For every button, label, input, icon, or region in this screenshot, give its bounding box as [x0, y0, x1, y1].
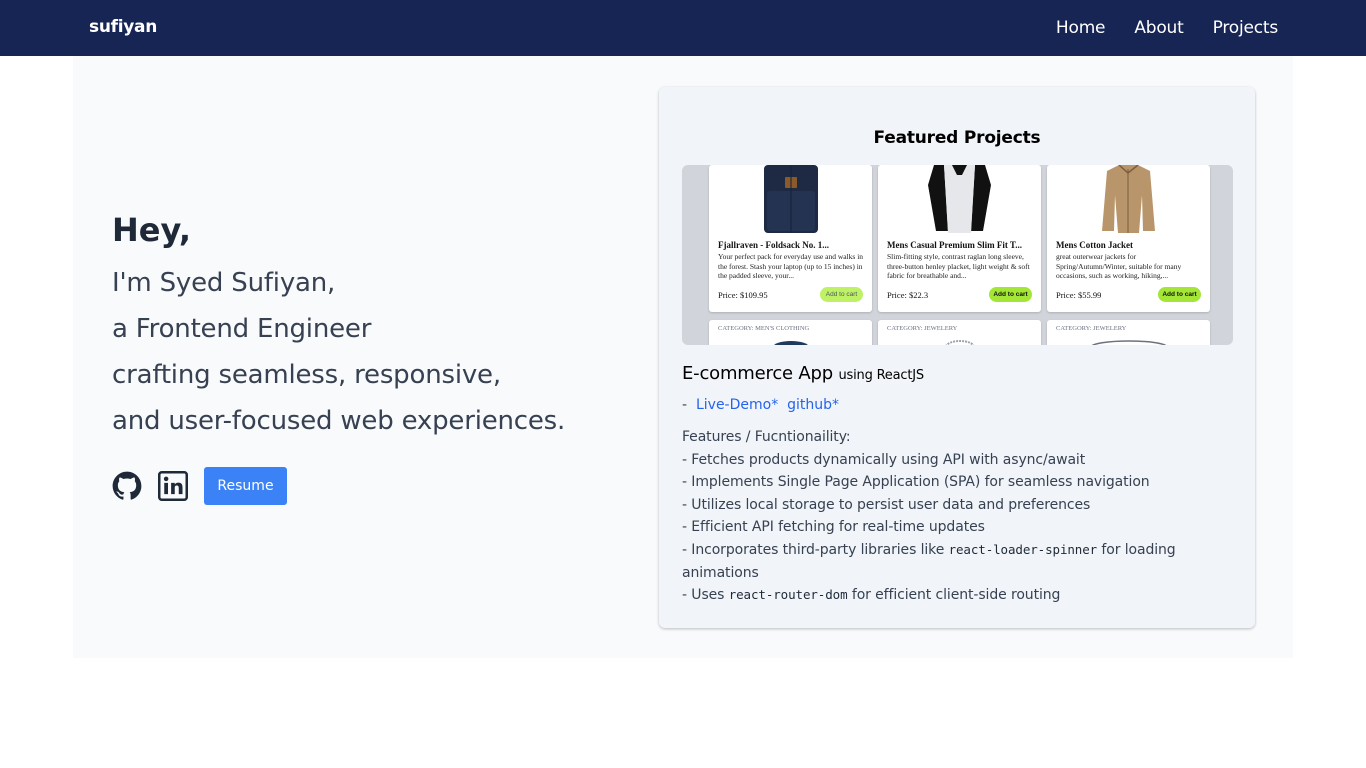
project-title: E-commerce App using ReactJS — [682, 363, 924, 384]
preview-product-card: Mens Casual Premium Slim Fit T... Slim-f… — [878, 165, 1041, 312]
shirt-image — [774, 341, 808, 345]
github-icon[interactable] — [112, 471, 142, 501]
project-links-prefix: - — [682, 397, 688, 413]
brand-logo[interactable]: sufiyan — [89, 17, 157, 37]
feature-code: react-loader-spinner — [948, 541, 1098, 557]
preview-product-card: Fjallraven - Foldsack No. 1... Your perf… — [709, 165, 872, 312]
navbar: sufiyan Home About Projects — [0, 0, 1366, 56]
project-preview-screenshot: Fjallraven - Foldsack No. 1... Your perf… — [682, 165, 1233, 345]
ring-image — [1091, 340, 1167, 345]
nav-link-about[interactable]: About — [1134, 18, 1183, 38]
feature-text: - Uses — [682, 587, 729, 604]
feature-item: - Efficient API fetching for real-time u… — [682, 516, 1222, 539]
feature-item: - Uses react-router-dom for efficient cl… — [682, 584, 1222, 607]
preview-product-card: CATEGORY: MEN'S CLOTHING — [709, 320, 872, 345]
feature-text: - Fetches products dynamically using API… — [682, 451, 1086, 468]
featured-projects-card: Featured Projects Fjallraven - Foldsack … — [659, 87, 1255, 628]
preview-product-desc: great outerwear jackets for Spring/Autum… — [1056, 252, 1182, 280]
hero: Hey, I'm Syed Sufiyan, a Frontend Engine… — [112, 208, 565, 444]
project-name: E-commerce App — [682, 363, 833, 384]
tshirt-image — [928, 165, 991, 233]
preview-add-to-cart-button: Add to cart — [989, 287, 1032, 302]
feature-text: - Utilizes local storage to persist user… — [682, 496, 1091, 513]
resume-button[interactable]: Resume — [204, 467, 287, 505]
hero-greeting: Hey, — [112, 211, 192, 249]
preview-product-title: Mens Cotton Jacket — [1056, 240, 1133, 250]
preview-product-title: Mens Casual Premium Slim Fit T... — [887, 240, 1022, 250]
feature-code: react-router-dom — [728, 587, 848, 603]
hero-line-tagline-1: crafting seamless, responsive, — [112, 360, 501, 390]
backpack-image — [764, 165, 818, 233]
nav-link-home[interactable]: Home — [1056, 18, 1106, 38]
preview-product-title: Fjallraven - Foldsack No. 1... — [718, 240, 829, 250]
social-links: Resume — [112, 467, 287, 505]
preview-product-price: Price: $109.95 — [718, 290, 768, 300]
feature-text: for efficient client-side routing — [847, 587, 1061, 604]
jacket-image — [1102, 165, 1155, 233]
feature-text: - Implements Single Page Application (SP… — [682, 474, 1150, 491]
github-link[interactable]: github* — [787, 397, 839, 413]
preview-add-to-cart-button: Add to cart — [1158, 287, 1201, 302]
hero-line-name: I'm Syed Sufiyan, — [112, 268, 336, 298]
hero-line-role: a Frontend Engineer — [112, 314, 372, 344]
features-heading: Features / Fucntionaility: — [682, 429, 851, 445]
feature-text: - Efficient API fetching for real-time u… — [682, 519, 985, 536]
hero-line-tagline-2: and user-focused web experiences. — [112, 406, 566, 436]
featured-projects-title: Featured Projects — [873, 128, 1041, 148]
project-links: - Live-Demo* github* — [682, 397, 839, 413]
preview-product-card: CATEGORY: JEWELERY — [1047, 320, 1210, 345]
preview-product-desc: Slim-fitting style, contrast raglan long… — [887, 252, 1030, 280]
feature-item: - Implements Single Page Application (SP… — [682, 471, 1222, 494]
linkedin-icon[interactable] — [158, 471, 188, 501]
nav-links: Home About Projects — [1027, 18, 1278, 38]
preview-product-price: Price: $22.3 — [887, 290, 929, 300]
feature-item: - Fetches products dynamically using API… — [682, 449, 1222, 472]
project-tech: using ReactJS — [838, 368, 925, 383]
preview-add-to-cart-button: Add to cart — [820, 287, 863, 302]
main-section: Hey, I'm Syed Sufiyan, a Frontend Engine… — [73, 56, 1293, 658]
preview-product-category: CATEGORY: JEWELERY — [887, 325, 958, 332]
preview-product-card: Mens Cotton Jacket great outerwear jacke… — [1047, 165, 1210, 312]
feature-text: - Incorporates third-party libraries lik… — [682, 541, 949, 558]
preview-product-card: CATEGORY: JEWELERY — [878, 320, 1041, 345]
project-features: Features / Fucntionaility: - Fetches pro… — [682, 426, 1222, 607]
bracelet-image — [945, 340, 975, 345]
preview-product-category: CATEGORY: MEN'S CLOTHING — [718, 325, 810, 332]
preview-product-price: Price: $55.99 — [1056, 290, 1102, 300]
feature-item: - Incorporates third-party libraries lik… — [682, 539, 1222, 584]
preview-product-desc: Your perfect pack for everyday use and w… — [718, 252, 864, 280]
nav-link-projects[interactable]: Projects — [1213, 18, 1279, 38]
preview-product-category: CATEGORY: JEWELERY — [1056, 325, 1127, 332]
feature-item: - Utilizes local storage to persist user… — [682, 494, 1222, 517]
live-demo-link[interactable]: Live-Demo* — [696, 397, 778, 413]
